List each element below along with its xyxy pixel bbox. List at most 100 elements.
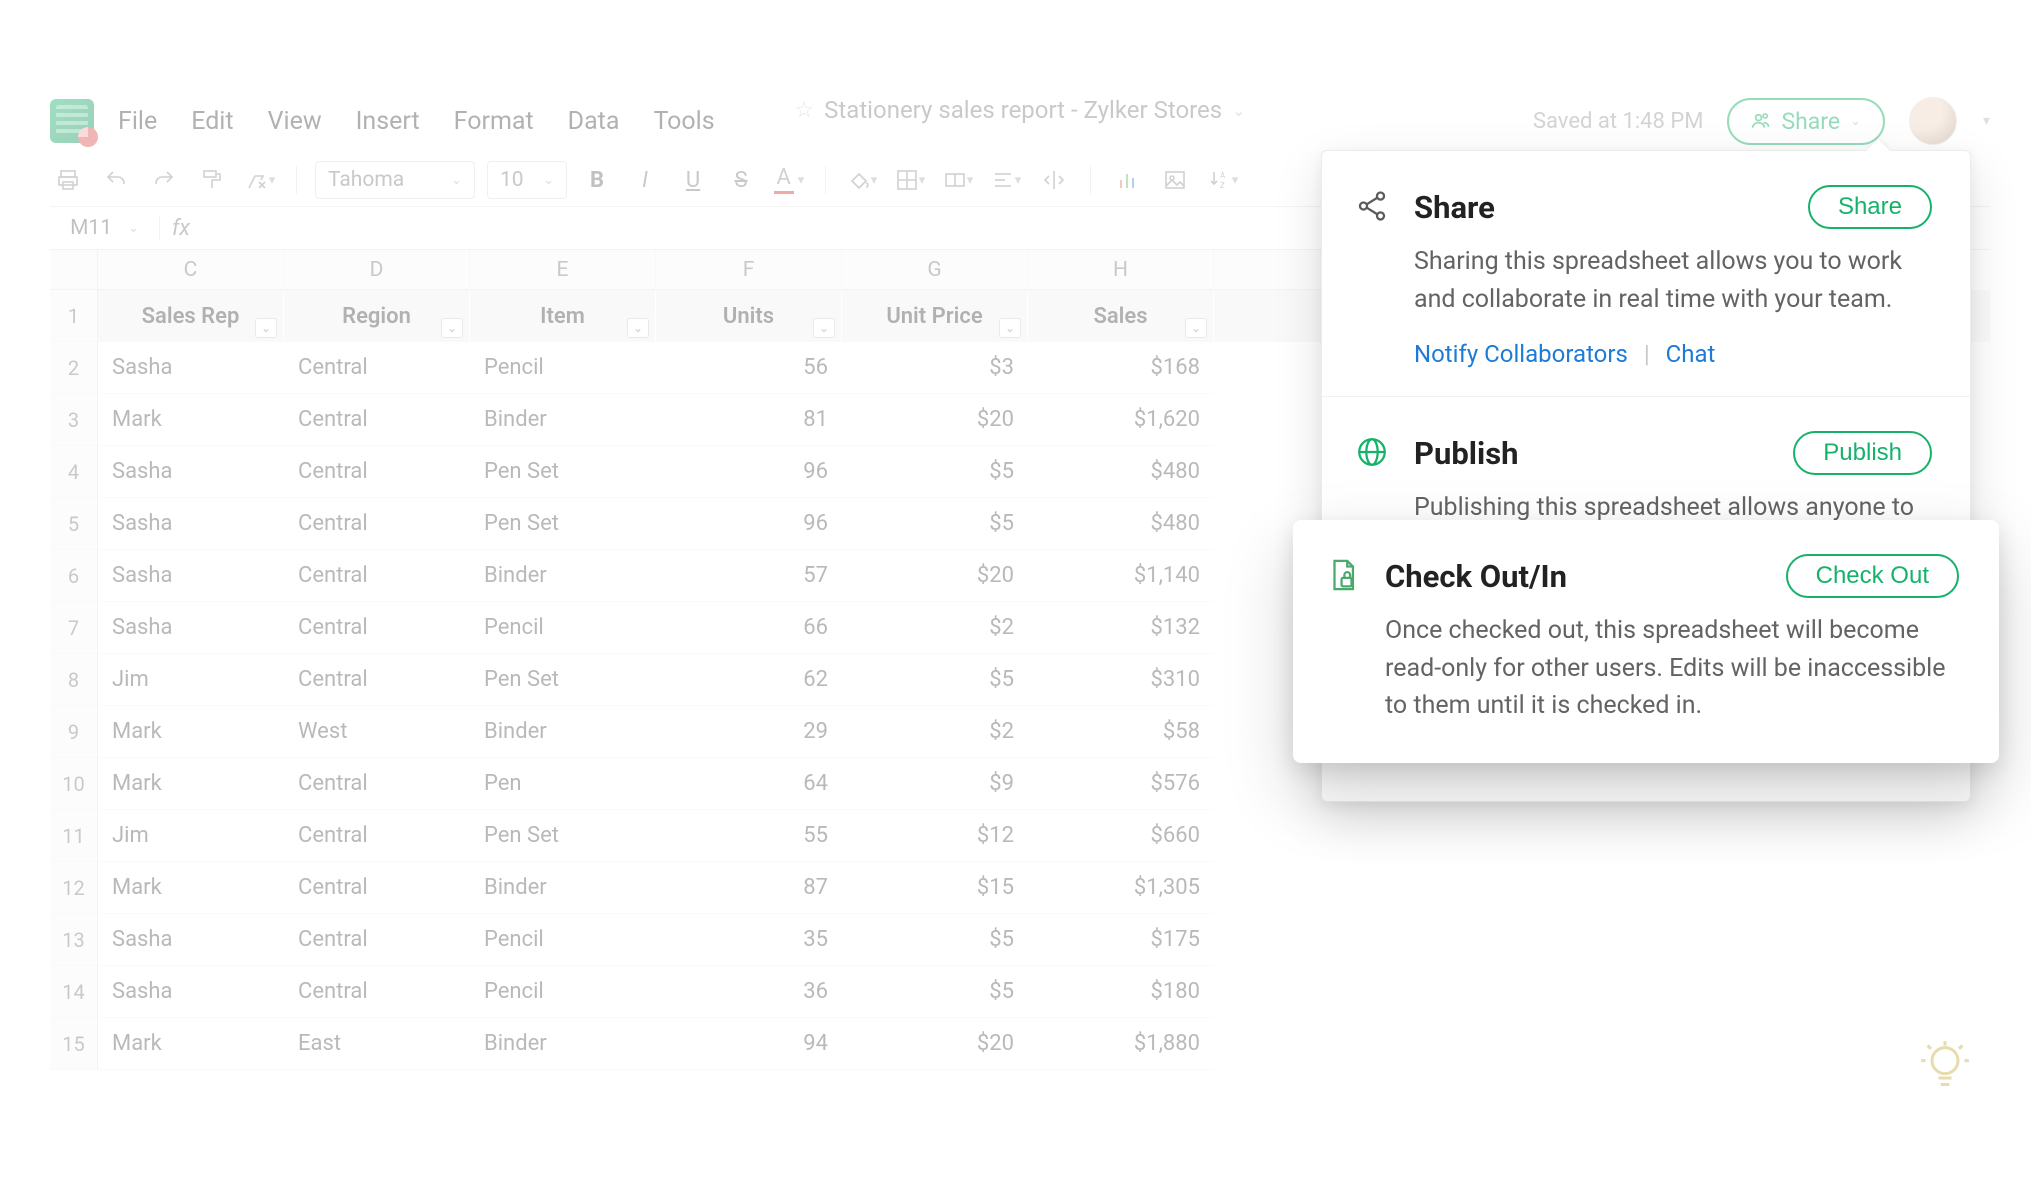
cell-region[interactable]: West <box>284 706 470 758</box>
col-header[interactable]: D <box>284 250 470 290</box>
fill-color-icon[interactable]: ▾ <box>844 162 880 198</box>
row-header[interactable]: 1 <box>50 290 98 342</box>
col-header[interactable]: F <box>656 250 842 290</box>
cell-region[interactable]: Central <box>284 810 470 862</box>
bold-button[interactable]: B <box>579 162 615 198</box>
cell-rep[interactable]: Jim <box>98 810 284 862</box>
row-header[interactable]: 11 <box>50 810 98 862</box>
cell-price[interactable]: $2 <box>842 602 1028 654</box>
cell-item[interactable]: Pencil <box>470 342 656 394</box>
zia-assistant-icon[interactable] <box>1919 1039 1971 1091</box>
cell-rep[interactable]: Jim <box>98 654 284 706</box>
cell-units[interactable]: 55 <box>656 810 842 862</box>
cell-sales[interactable]: $1,880 <box>1028 1018 1214 1070</box>
title-caret-icon[interactable]: ⌄ <box>1232 101 1245 120</box>
cell-sales[interactable]: $175 <box>1028 914 1214 966</box>
menu-edit[interactable]: Edit <box>191 107 233 136</box>
table-row[interactable]: SashaCentralPencil36$5$180 <box>98 966 1990 1018</box>
cell-rep[interactable]: Sasha <box>98 498 284 550</box>
cell-region[interactable]: Central <box>284 446 470 498</box>
row-header[interactable]: 9 <box>50 706 98 758</box>
col-header[interactable]: C <box>98 250 284 290</box>
underline-button[interactable]: U <box>675 162 711 198</box>
cell-units[interactable]: 66 <box>656 602 842 654</box>
col-header[interactable]: E <box>470 250 656 290</box>
cell-price[interactable]: $5 <box>842 966 1028 1018</box>
filter-icon[interactable]: ⌄ <box>813 318 835 338</box>
menu-file[interactable]: File <box>118 107 157 136</box>
table-row[interactable]: MarkEastBinder94$20$1,880 <box>98 1018 1990 1070</box>
cell-rep[interactable]: Mark <box>98 706 284 758</box>
cell-units[interactable]: 81 <box>656 394 842 446</box>
filter-icon[interactable]: ⌄ <box>999 318 1021 338</box>
cell-sales[interactable]: $310 <box>1028 654 1214 706</box>
cell-item[interactable]: Binder <box>470 394 656 446</box>
cell-item[interactable]: Binder <box>470 1018 656 1070</box>
star-icon[interactable]: ☆ <box>794 98 814 123</box>
publish-action-button[interactable]: Publish <box>1793 431 1932 475</box>
cell-region[interactable]: East <box>284 1018 470 1070</box>
cell-price[interactable]: $3 <box>842 342 1028 394</box>
cell-rep[interactable]: Sasha <box>98 342 284 394</box>
menu-data[interactable]: Data <box>568 107 620 136</box>
row-header[interactable]: 4 <box>50 446 98 498</box>
row-header[interactable]: 3 <box>50 394 98 446</box>
row-header[interactable]: 10 <box>50 758 98 810</box>
italic-button[interactable]: I <box>627 162 663 198</box>
cell-units[interactable]: 62 <box>656 654 842 706</box>
cell-rep[interactable]: Sasha <box>98 446 284 498</box>
menu-view[interactable]: View <box>268 107 322 136</box>
cell-units[interactable]: 64 <box>656 758 842 810</box>
cell-region[interactable]: Central <box>284 966 470 1018</box>
cell-sales[interactable]: $660 <box>1028 810 1214 862</box>
cell-price[interactable]: $5 <box>842 446 1028 498</box>
cell-rep[interactable]: Sasha <box>98 966 284 1018</box>
cell-price[interactable]: $5 <box>842 914 1028 966</box>
cell-sales[interactable]: $576 <box>1028 758 1214 810</box>
cell-sales[interactable]: $58 <box>1028 706 1214 758</box>
col-header[interactable]: H <box>1028 250 1214 290</box>
filter-icon[interactable]: ⌄ <box>627 318 649 338</box>
cell-item[interactable]: Pencil <box>470 966 656 1018</box>
wrap-icon[interactable] <box>1036 162 1072 198</box>
cell-units[interactable]: 96 <box>656 446 842 498</box>
cell-units[interactable]: 96 <box>656 498 842 550</box>
row-header[interactable]: 8 <box>50 654 98 706</box>
table-row[interactable]: JimCentralPen Set55$12$660 <box>98 810 1990 862</box>
align-icon[interactable]: ▾ <box>988 162 1024 198</box>
cell-region[interactable]: Central <box>284 550 470 602</box>
row-header[interactable]: 6 <box>50 550 98 602</box>
undo-icon[interactable] <box>98 162 134 198</box>
cell-rep[interactable]: Sasha <box>98 602 284 654</box>
row-header[interactable]: 12 <box>50 862 98 914</box>
cell-item[interactable]: Pen <box>470 758 656 810</box>
font-family-select[interactable]: Tahoma⌄ <box>315 161 475 199</box>
borders-icon[interactable]: ▾ <box>892 162 928 198</box>
select-all-corner[interactable] <box>50 250 98 290</box>
cell-sales[interactable]: $180 <box>1028 966 1214 1018</box>
cell-item[interactable]: Pen Set <box>470 810 656 862</box>
filter-icon[interactable]: ⌄ <box>441 318 463 338</box>
cell-item[interactable]: Binder <box>470 706 656 758</box>
row-header[interactable]: 13 <box>50 914 98 966</box>
col-header[interactable]: G <box>842 250 1028 290</box>
row-header[interactable]: 5 <box>50 498 98 550</box>
cell-price[interactable]: $2 <box>842 706 1028 758</box>
cell-rep[interactable]: Mark <box>98 394 284 446</box>
checkout-action-button[interactable]: Check Out <box>1786 554 1959 598</box>
table-row[interactable]: MarkCentralBinder87$15$1,305 <box>98 862 1990 914</box>
cell-sales[interactable]: $132 <box>1028 602 1214 654</box>
cell-region[interactable]: Central <box>284 394 470 446</box>
cell-rep[interactable]: Sasha <box>98 914 284 966</box>
cell-region[interactable]: Central <box>284 602 470 654</box>
cell-price[interactable]: $12 <box>842 810 1028 862</box>
row-header[interactable]: 2 <box>50 342 98 394</box>
menu-format[interactable]: Format <box>454 107 534 136</box>
cell-sales[interactable]: $168 <box>1028 342 1214 394</box>
clear-format-icon[interactable]: ▾ <box>242 162 278 198</box>
sort-icon[interactable]: AZ▾ <box>1205 162 1241 198</box>
font-size-select[interactable]: 10⌄ <box>487 161 567 199</box>
merge-icon[interactable]: ▾ <box>940 162 976 198</box>
cell-units[interactable]: 36 <box>656 966 842 1018</box>
chart-icon[interactable] <box>1109 162 1145 198</box>
